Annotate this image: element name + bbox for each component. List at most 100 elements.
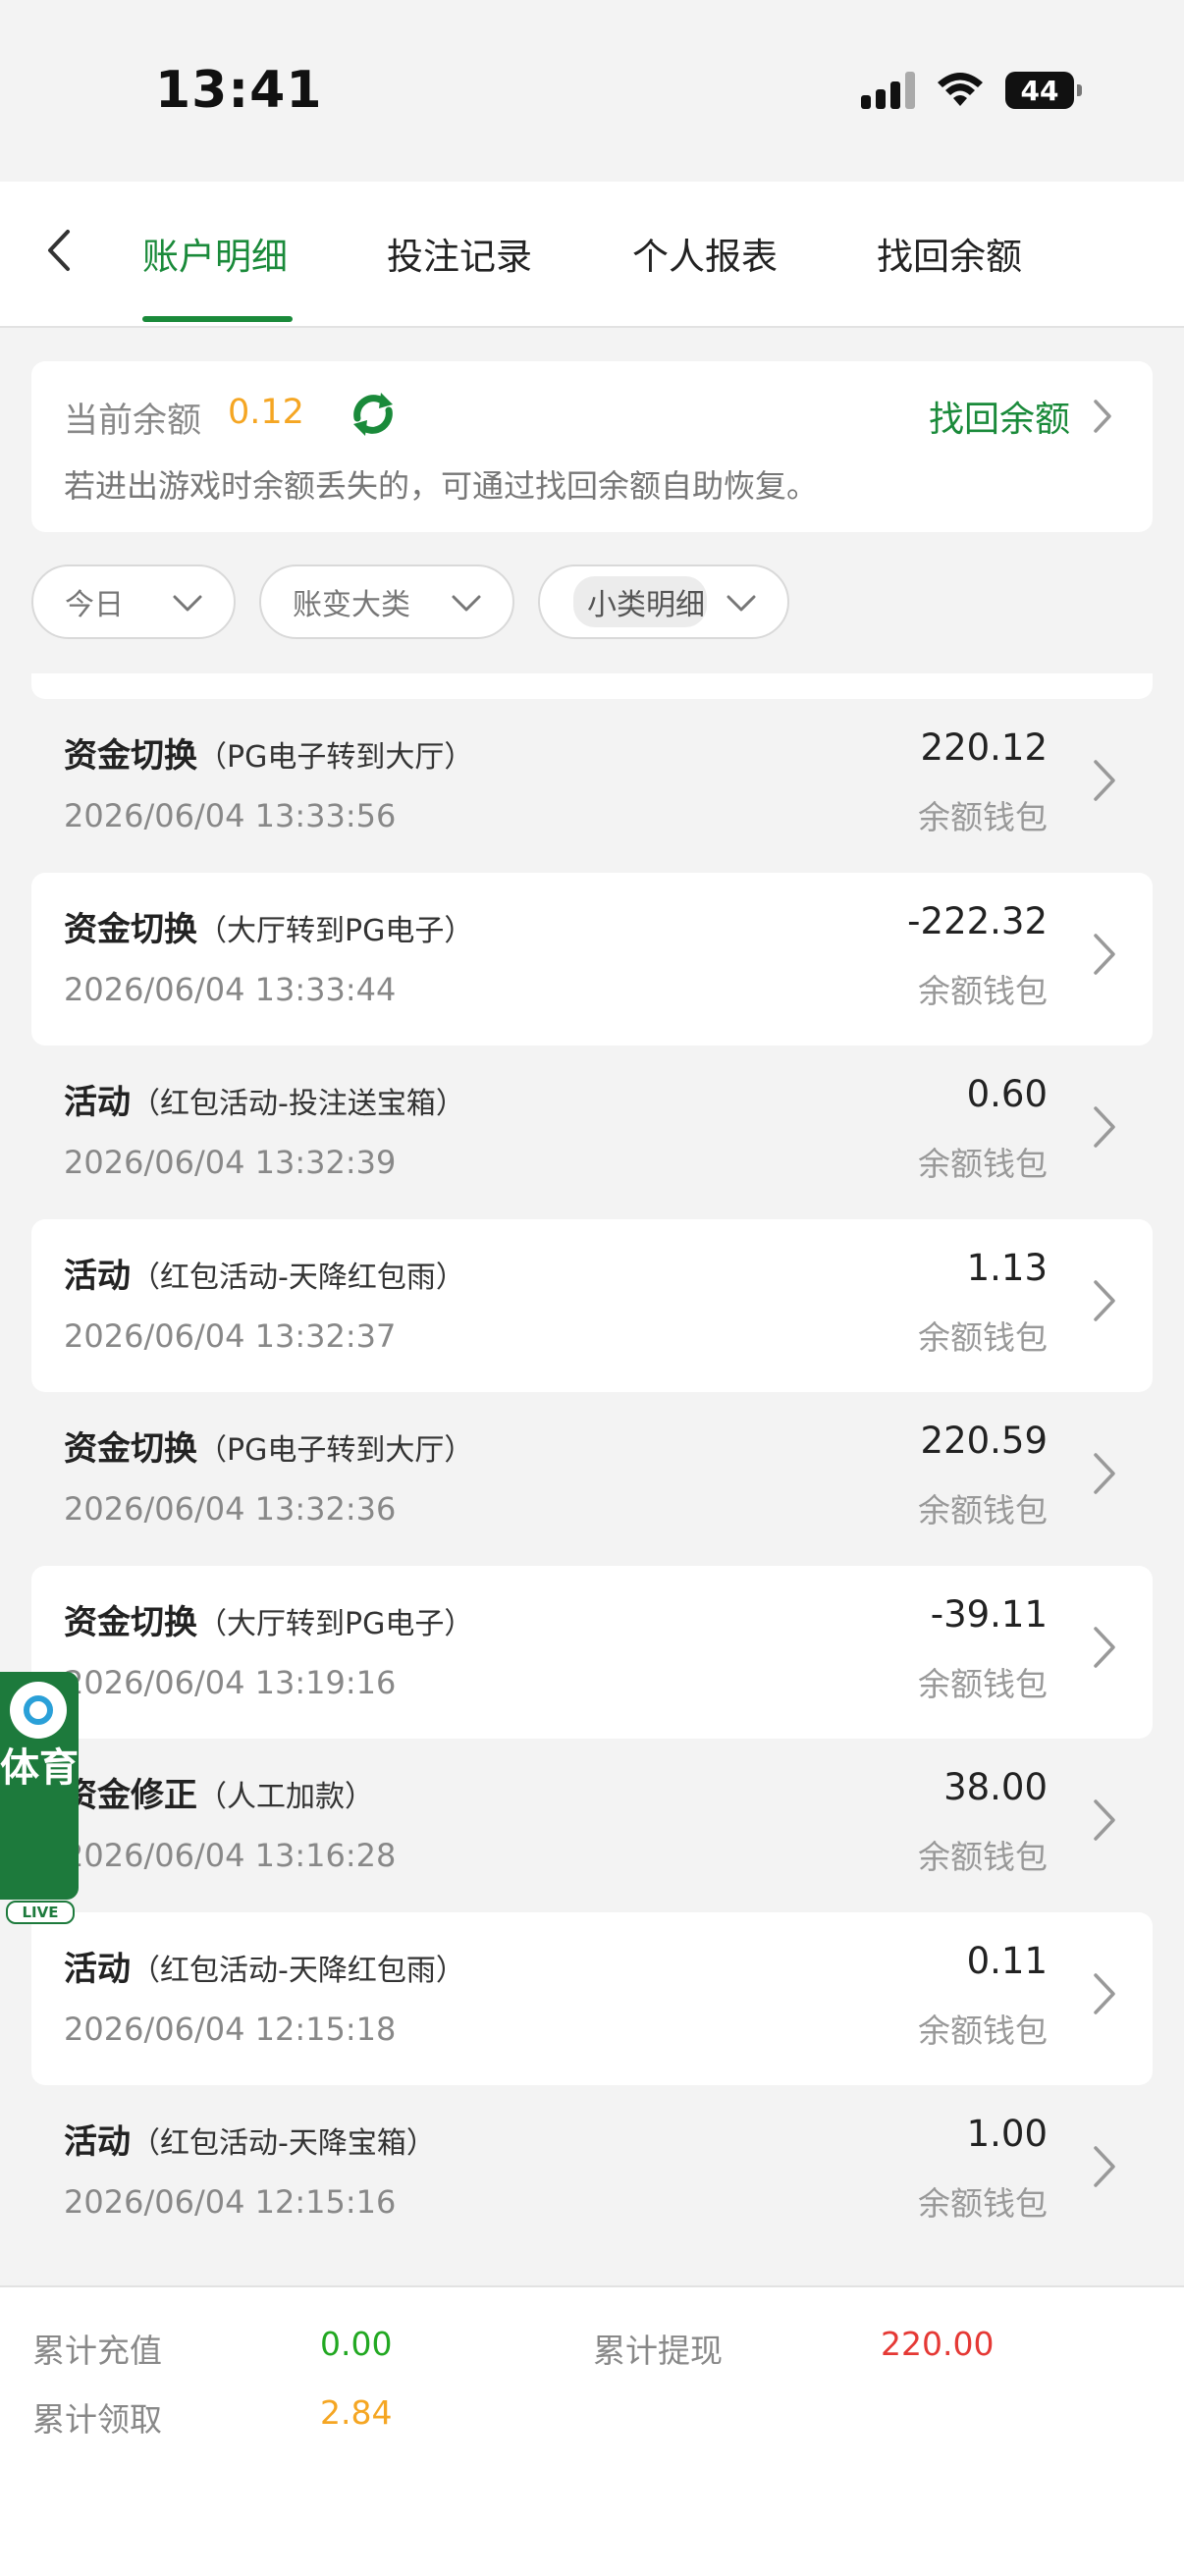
transaction-type: 活动 (64, 2122, 131, 2162)
transaction-row[interactable]: 活动（红包活动-天降宝箱） 2026/06/04 12:15:16 1.00 余额钱包 (31, 2085, 1153, 2258)
transaction-date: 2026/06/04 13:33:56 (64, 797, 397, 834)
transaction-detail: （红包活动-天降红包雨） (131, 1261, 465, 1295)
transaction-date: 2026/06/04 13:32:36 (64, 1490, 397, 1528)
transaction-type: 资金修正 (64, 1776, 197, 1815)
transaction-type: 资金切换 (64, 1429, 197, 1469)
transaction-type: 活动 (64, 1950, 131, 1989)
transaction-wallet: 余额钱包 (918, 2184, 1048, 2223)
transaction-title: 活动（红包活动-天降红包雨） (64, 1249, 465, 1297)
date-filter-label: 今日 (65, 588, 124, 622)
transaction-title: 资金切换（大厅转到PG电子） (64, 902, 473, 950)
transaction-amount: 0.60 (966, 1073, 1048, 1115)
transaction-title: 资金修正（人工加款） (64, 1768, 374, 1816)
transaction-type: 资金切换 (64, 910, 197, 949)
category-filter[interactable]: 账变大类 (259, 564, 514, 639)
transaction-date: 2026/06/04 13:19:16 (64, 1664, 397, 1701)
recover-balance-link[interactable]: 找回余额 (929, 391, 1113, 442)
transaction-type: 活动 (64, 1257, 131, 1296)
transaction-date: 2026/06/04 13:16:28 (64, 1837, 397, 1874)
back-button[interactable] (29, 221, 88, 280)
chevron-right-icon (1094, 1106, 1115, 1148)
transaction-detail: （PG电子转到大厅） (197, 1433, 474, 1468)
transaction-title: 活动（红包活动-天降红包雨） (64, 1942, 465, 1990)
sports-live-badge[interactable]: 体育 (0, 1672, 79, 1900)
transaction-wallet: 余额钱包 (918, 972, 1048, 1010)
transaction-row[interactable]: 活动（红包活动-天降红包雨） 2026/06/04 13:32:37 1.13 余额钱… (31, 1219, 1153, 1392)
transaction-amount: 1.00 (966, 2113, 1048, 2155)
chevron-down-icon (173, 595, 202, 612)
sports-badge-text: 体育 (0, 1745, 79, 1791)
category-filter-label: 账变大类 (293, 588, 410, 622)
chevron-right-icon (1094, 1799, 1115, 1841)
wifi-icon (938, 73, 983, 106)
transaction-title: 资金切换（PG电子转到大厅） (64, 728, 473, 777)
transaction-amount: -222.32 (907, 900, 1048, 942)
transaction-detail: （红包活动-投注送宝箱） (131, 1087, 465, 1121)
transaction-row[interactable]: 资金切换（大厅转到PG电子） 2026/06/04 13:19:16 -39.11 余… (31, 1566, 1153, 1739)
withdraw-total-label: 累计提现 (593, 2332, 723, 2370)
chevron-left-icon (48, 230, 70, 271)
tab-personal-report[interactable]: 个人报表 (632, 227, 778, 280)
chevron-down-icon (452, 595, 481, 612)
subcategory-filter[interactable]: 小类明细 (538, 564, 789, 639)
transaction-type: 资金切换 (64, 1603, 197, 1642)
recover-balance-label: 找回余额 (928, 400, 1070, 440)
claim-total-value: 2.84 (320, 2393, 393, 2432)
transaction-wallet: 余额钱包 (918, 1145, 1048, 1183)
refresh-icon[interactable] (348, 389, 399, 440)
subcategory-filter-label: 小类明细 (573, 576, 707, 627)
transaction-date: 2026/06/04 13:33:44 (64, 971, 397, 1008)
transaction-detail: （PG电子转到大厅） (197, 740, 474, 775)
transaction-wallet: 余额钱包 (918, 2012, 1048, 2050)
transaction-wallet: 余额钱包 (918, 1491, 1048, 1530)
transaction-row[interactable]: 活动（红包活动-天降红包雨） 2026/06/04 12:15:18 0.11 余额钱… (31, 1912, 1153, 2085)
chevron-right-icon (1094, 760, 1115, 801)
summary-footer: 累计充值 0.00 累计提现 220.00 累计领取 2.84 (0, 2285, 1184, 2576)
transaction-row[interactable]: 资金切换（大厅转到PG电子） 2026/06/04 13:33:44 -222.32… (31, 873, 1153, 1046)
transaction-detail: （人工加款） (197, 1780, 374, 1814)
tab-recover-balance[interactable]: 找回余额 (877, 227, 1022, 280)
transaction-amount: 220.59 (920, 1420, 1048, 1462)
chevron-right-icon (1094, 1627, 1115, 1668)
chevron-right-icon (1094, 400, 1111, 433)
cellular-signal-icon (861, 72, 915, 109)
sports-logo-icon (10, 1682, 67, 1739)
transaction-row[interactable]: 资金修正（人工加款） 2026/06/04 13:16:28 38.00 余额钱包 (31, 1739, 1153, 1911)
transaction-row[interactable]: 活动（红包活动-投注送宝箱） 2026/06/04 13:32:39 0.60 余额钱… (31, 1046, 1153, 1218)
transaction-type: 资金切换 (64, 736, 197, 776)
list-scroll-edge (31, 673, 1153, 699)
transaction-wallet: 余额钱包 (918, 798, 1048, 836)
chevron-right-icon (1094, 2146, 1115, 2187)
transaction-title: 活动（红包活动-天降宝箱） (64, 2115, 436, 2163)
transaction-date: 2026/06/04 13:32:37 (64, 1317, 397, 1355)
chevron-right-icon (1094, 1453, 1115, 1494)
transaction-type: 活动 (64, 1083, 131, 1122)
withdraw-total-value: 220.00 (881, 2325, 995, 2363)
transaction-amount: 220.12 (920, 726, 1048, 769)
balance-label: 当前余额 (64, 402, 202, 441)
transaction-row[interactable]: 资金切换（PG电子转到大厅） 2026/06/04 13:33:56 220.12 余… (31, 699, 1153, 872)
battery-icon: 44 (1005, 72, 1082, 109)
chevron-right-icon (1094, 1280, 1115, 1321)
transaction-detail: （红包活动-天降宝箱） (131, 2126, 436, 2161)
chevron-right-icon (1094, 934, 1115, 975)
transaction-date: 2026/06/04 13:32:39 (64, 1144, 397, 1181)
balance-tip: 若进出游戏时余额丢失的，可通过找回余额自助恢复。 (64, 467, 819, 505)
claim-total-label: 累计领取 (32, 2400, 162, 2439)
tab-bet-records[interactable]: 投注记录 (387, 227, 532, 280)
transaction-detail: （大厅转到PG电子） (197, 914, 474, 948)
tab-account-details[interactable]: 账户明细 (142, 227, 288, 280)
date-filter[interactable]: 今日 (31, 564, 236, 639)
transaction-title: 资金切换（PG电子转到大厅） (64, 1422, 473, 1470)
transaction-date: 2026/06/04 12:15:18 (64, 2011, 397, 2048)
transaction-wallet: 余额钱包 (918, 1665, 1048, 1703)
active-tab-indicator (142, 316, 293, 322)
chevron-right-icon (1094, 1973, 1115, 2014)
status-icons: 44 (861, 71, 1082, 110)
transaction-amount: -39.11 (930, 1593, 1048, 1636)
balance-card: 当前余额 0.12 找回余额 若进出游戏时余额丢失的，可通过找回余额自助恢复。 (31, 361, 1153, 532)
transaction-row[interactable]: 资金切换（PG电子转到大厅） 2026/06/04 13:32:36 220.59 余… (31, 1392, 1153, 1565)
transaction-wallet: 余额钱包 (918, 1318, 1048, 1357)
live-tag: LIVE (6, 1901, 75, 1924)
transaction-title: 资金切换（大厅转到PG电子） (64, 1595, 473, 1643)
